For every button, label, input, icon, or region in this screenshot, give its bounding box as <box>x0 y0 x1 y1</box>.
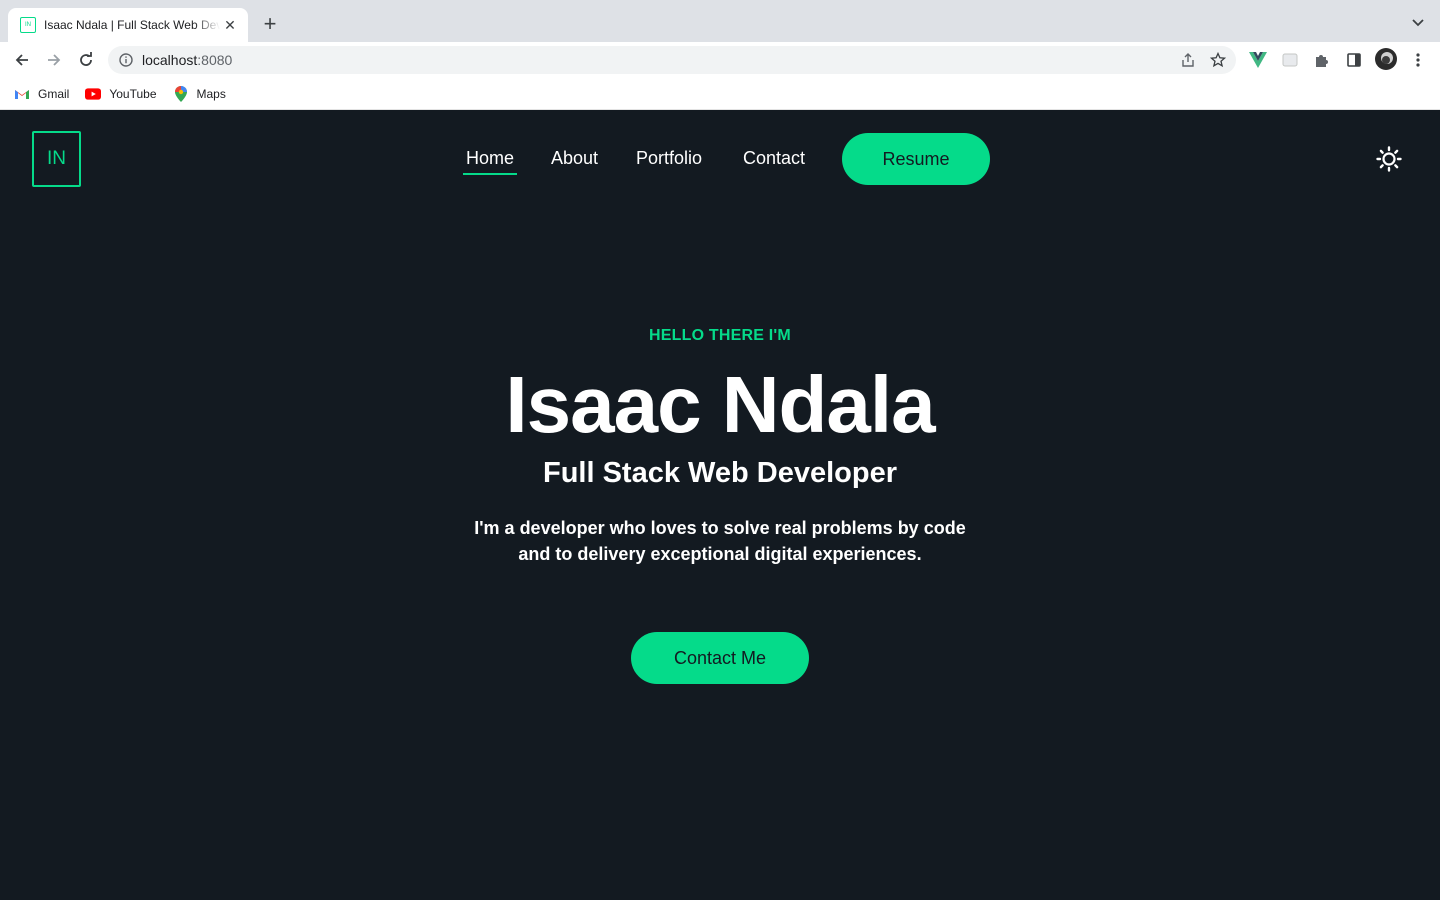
tab-title: Isaac Ndala | Full Stack Web Developer <box>44 18 220 32</box>
bookmark-maps[interactable]: Maps <box>173 85 226 102</box>
resume-button[interactable]: Resume <box>842 133 990 185</box>
browser-tab[interactable]: IN Isaac Ndala | Full Stack Web Develope… <box>8 8 248 42</box>
back-button[interactable] <box>10 48 34 72</box>
site-favicon-icon: IN <box>20 17 36 33</box>
sun-theme-toggle-icon[interactable] <box>1376 146 1402 172</box>
tab-search-chevron-icon[interactable] <box>1410 14 1426 30</box>
nav-link-about[interactable]: About <box>551 146 598 170</box>
url-port: :8080 <box>197 52 233 68</box>
bookmark-label: Maps <box>196 86 226 101</box>
bookmark-label: Gmail <box>38 86 70 101</box>
hero-role: Full Stack Web Developer <box>542 457 898 489</box>
bookmark-star-icon[interactable] <box>1210 52 1226 68</box>
reload-button[interactable] <box>74 48 98 72</box>
address-bar[interactable]: localhost:8080 <box>108 46 1236 74</box>
gmail-icon <box>14 86 30 102</box>
forward-arrow-icon <box>48 54 61 66</box>
main-navigation: Home About Portfolio Contact Resume <box>0 133 1440 185</box>
browser-menu-icon[interactable] <box>1408 50 1428 70</box>
extension-placeholder-icon[interactable] <box>1280 50 1300 70</box>
url-host: localhost <box>142 52 198 68</box>
bookmark-gmail[interactable]: Gmail <box>14 86 69 102</box>
nav-link-portfolio[interactable]: Portfolio <box>636 146 702 170</box>
bookmarks-bar: Gmail YouTube Maps <box>0 78 1440 110</box>
reload-icon <box>80 52 92 66</box>
extensions-puzzle-icon[interactable] <box>1312 50 1332 70</box>
nav-link-contact[interactable]: Contact <box>743 146 805 170</box>
tab-strip: IN Isaac Ndala | Full Stack Web Develope… <box>0 0 1440 42</box>
hero-description: I'm a developer who loves to solve real … <box>474 518 966 564</box>
bookmark-youtube[interactable]: YouTube <box>85 86 157 102</box>
youtube-icon <box>85 86 102 102</box>
site-info-icon[interactable] <box>118 52 134 68</box>
maps-icon <box>173 85 189 102</box>
nav-link-home[interactable]: Home <box>462 146 518 175</box>
back-arrow-icon <box>15 54 28 66</box>
vue-devtools-extension-icon[interactable] <box>1248 50 1268 70</box>
browser-toolbar: localhost:8080 <box>0 42 1440 78</box>
contact-me-button[interactable]: Contact Me <box>631 632 809 684</box>
hero-greeting: HELLO THERE I'M <box>649 327 791 344</box>
side-panel-icon[interactable] <box>1344 50 1364 70</box>
new-tab-button[interactable]: + <box>258 12 282 36</box>
forward-button[interactable] <box>42 48 66 72</box>
close-tab-icon[interactable]: ✕ <box>222 17 238 33</box>
share-icon[interactable] <box>1180 52 1196 68</box>
profile-avatar[interactable] <box>1375 48 1397 70</box>
portfolio-page: IN Home About Portfolio Contact Resume H… <box>0 111 1440 900</box>
hero-name: Isaac Ndala <box>505 360 935 449</box>
bookmark-label: YouTube <box>109 86 157 101</box>
